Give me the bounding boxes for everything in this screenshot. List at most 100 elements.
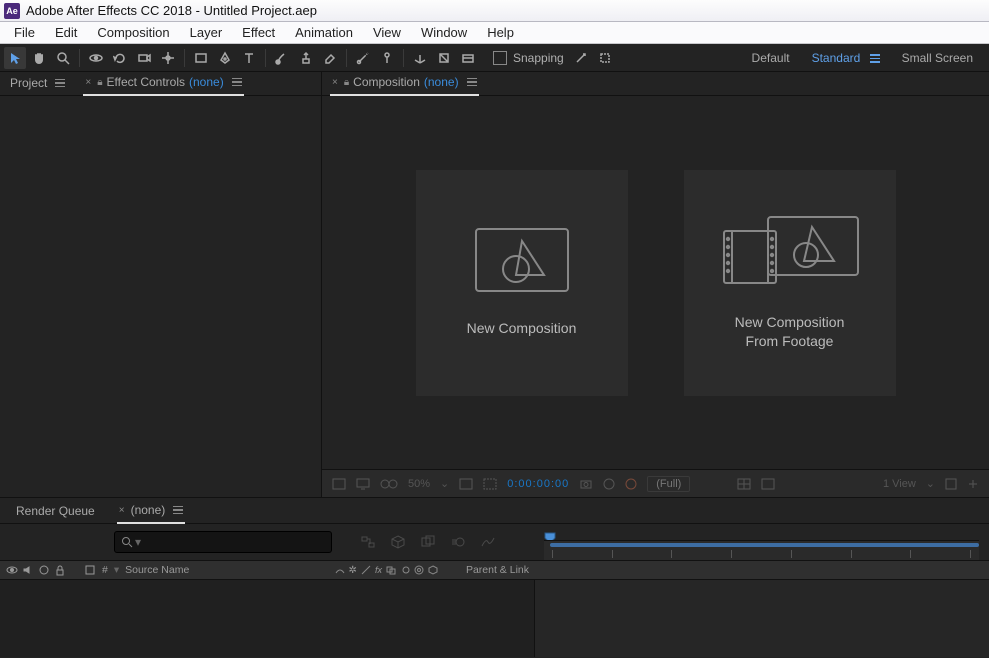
monitor-icon[interactable] <box>356 478 370 490</box>
app-logo-icon: Ae <box>4 3 20 19</box>
panel-menu-icon[interactable] <box>173 506 183 515</box>
speaker-icon[interactable] <box>22 564 34 576</box>
show-channel-icon[interactable] <box>603 478 615 490</box>
color-mgmt-icon[interactable] <box>625 478 637 490</box>
collapse-transform-icon[interactable]: ✲ <box>349 565 357 576</box>
local-axis-mode-icon[interactable] <box>409 47 431 69</box>
tab-effect-controls[interactable]: × 🔒︎ Effect Controls (none) <box>83 72 243 96</box>
snapping-toggle[interactable]: Snapping <box>493 51 564 65</box>
new-composition-from-footage-button[interactable]: New Composition From Footage <box>684 170 896 396</box>
lock-icon[interactable]: 🔒︎ <box>344 77 349 88</box>
panel-menu-icon[interactable] <box>232 78 242 87</box>
timeline-search-input[interactable]: ▾ <box>114 531 332 553</box>
timeline-track-area[interactable] <box>535 580 989 657</box>
layer-outline-area[interactable] <box>0 580 535 657</box>
fast-previews-icon[interactable] <box>967 478 979 490</box>
tab-project[interactable]: Project <box>8 73 67 95</box>
index-column-header[interactable]: # <box>96 564 114 576</box>
lock-icon[interactable]: 🔒︎ <box>97 77 102 88</box>
menu-animation[interactable]: Animation <box>285 23 363 42</box>
snap-bounds-icon[interactable] <box>594 47 616 69</box>
window-title: Adobe After Effects CC 2018 - Untitled P… <box>26 3 317 18</box>
graph-editor-icon[interactable] <box>480 534 496 550</box>
toggle-alpha-icon[interactable] <box>332 478 346 490</box>
composition-panel: × 🔒︎ Composition (none) New Composition <box>322 72 989 497</box>
snapshot-icon[interactable] <box>579 478 593 490</box>
orbit-camera-tool-icon[interactable] <box>85 47 107 69</box>
new-composition-button[interactable]: New Composition <box>416 170 628 396</box>
fx-icon[interactable]: fx <box>375 565 382 575</box>
tab-timeline-none[interactable]: × (none) <box>117 500 186 524</box>
menu-layer[interactable]: Layer <box>180 23 233 42</box>
time-ruler[interactable] <box>544 540 979 560</box>
resolution-icon[interactable] <box>459 478 473 490</box>
shy-icon[interactable] <box>335 565 345 575</box>
menu-window[interactable]: Window <box>411 23 477 42</box>
new-comp-icon <box>474 227 570 293</box>
menu-edit[interactable]: Edit <box>45 23 87 42</box>
pixel-aspect-icon[interactable] <box>945 478 957 490</box>
brush-tool-icon[interactable] <box>271 47 293 69</box>
3d-layer-icon[interactable] <box>428 565 438 575</box>
timeline-column-headers: # ▾ Source Name ✲ fx Parent & Link <box>0 560 989 580</box>
hand-tool-icon[interactable] <box>28 47 50 69</box>
roi-icon[interactable] <box>483 478 497 490</box>
zoom-tool-icon[interactable] <box>52 47 74 69</box>
eye-icon[interactable] <box>6 564 18 576</box>
world-axis-mode-icon[interactable] <box>433 47 455 69</box>
anchor-point-tool-icon[interactable] <box>157 47 179 69</box>
zoom-level[interactable]: 50% <box>408 478 430 490</box>
source-name-column-header[interactable]: Source Name <box>119 564 195 576</box>
comp-mini-flowchart-icon[interactable] <box>360 534 376 550</box>
menu-bar: File Edit Composition Layer Effect Anima… <box>0 22 989 44</box>
panel-menu-icon[interactable] <box>467 78 477 87</box>
eraser-tool-icon[interactable] <box>319 47 341 69</box>
snapping-label: Snapping <box>513 51 564 65</box>
type-tool-icon[interactable] <box>238 47 260 69</box>
solo-icon[interactable] <box>38 564 50 576</box>
snapping-checkbox-icon[interactable] <box>493 51 507 65</box>
glasses-icon[interactable] <box>380 478 398 490</box>
adjustment-layer-icon[interactable] <box>414 565 424 575</box>
motion-blur-switch-icon[interactable] <box>400 565 410 575</box>
lock-column-icon[interactable] <box>54 564 66 576</box>
view-layout[interactable]: 1 View <box>883 478 916 490</box>
quality-icon[interactable] <box>361 565 371 575</box>
menu-composition[interactable]: Composition <box>87 23 179 42</box>
snap-to-icon[interactable] <box>570 47 592 69</box>
resolution-menu[interactable]: (Full) <box>647 476 690 492</box>
menu-view[interactable]: View <box>363 23 411 42</box>
draft-3d-icon[interactable] <box>390 534 406 550</box>
pen-tool-icon[interactable] <box>214 47 236 69</box>
workspace-small-screen[interactable]: Small Screen <box>902 51 973 65</box>
selection-tool-icon[interactable] <box>4 47 26 69</box>
frame-blend-switch-icon[interactable] <box>386 565 396 575</box>
menu-file[interactable]: File <box>4 23 45 42</box>
motion-blur-icon[interactable] <box>450 534 466 550</box>
workspace-default[interactable]: Default <box>752 51 790 65</box>
close-icon[interactable]: × <box>119 505 125 516</box>
clone-stamp-tool-icon[interactable] <box>295 47 317 69</box>
tab-composition[interactable]: × 🔒︎ Composition (none) <box>330 72 479 96</box>
close-icon[interactable]: × <box>85 77 91 88</box>
menu-help[interactable]: Help <box>477 23 524 42</box>
new-composition-label: New Composition <box>467 319 577 338</box>
timecode-display[interactable]: 0:00:00:00 <box>507 478 569 490</box>
unified-camera-tool-icon[interactable] <box>133 47 155 69</box>
close-icon[interactable]: × <box>332 77 338 88</box>
roto-brush-tool-icon[interactable] <box>352 47 374 69</box>
workspace-standard[interactable]: Standard <box>812 51 880 65</box>
puppet-pin-tool-icon[interactable] <box>376 47 398 69</box>
rectangle-tool-icon[interactable] <box>190 47 212 69</box>
guides-icon[interactable] <box>761 478 775 490</box>
frame-blend-icon[interactable] <box>420 534 436 550</box>
grid-icon[interactable] <box>737 478 751 490</box>
panel-menu-icon[interactable] <box>55 79 65 88</box>
view-axis-mode-icon[interactable] <box>457 47 479 69</box>
menu-effect[interactable]: Effect <box>232 23 285 42</box>
timeline-ruler-area[interactable] <box>544 524 979 560</box>
label-color-icon[interactable] <box>84 564 96 576</box>
parent-link-column-header[interactable]: Parent & Link <box>460 564 535 576</box>
tab-render-queue[interactable]: Render Queue <box>14 501 97 523</box>
rotation-tool-icon[interactable] <box>109 47 131 69</box>
